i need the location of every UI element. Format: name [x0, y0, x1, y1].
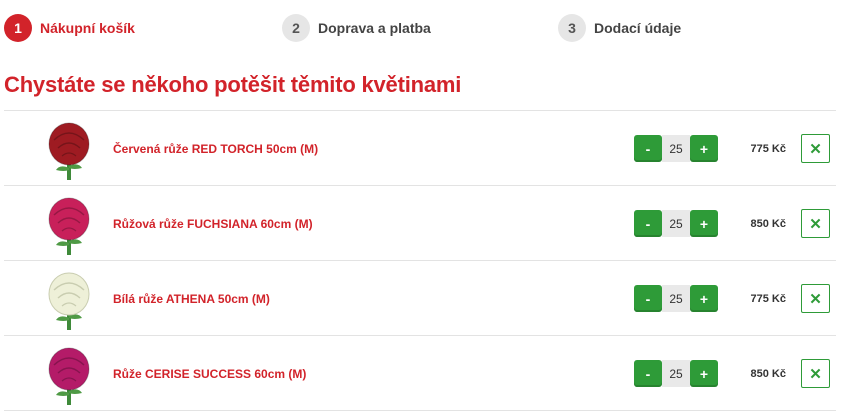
- cart-item: Červená růže RED TORCH 50cm (M) - 25 + 7…: [4, 111, 836, 186]
- decrease-quantity-button[interactable]: -: [634, 210, 662, 237]
- item-price: 775 Kč: [750, 142, 786, 155]
- increase-quantity-button[interactable]: +: [690, 360, 718, 387]
- product-name-link[interactable]: Červená růže RED TORCH 50cm (M): [113, 111, 318, 186]
- quantity-stepper: - 25 +: [634, 135, 718, 162]
- cart-item: Bílá růže ATHENA 50cm (M) - 25 + 775 Kč …: [4, 261, 836, 336]
- item-price: 775 Kč: [750, 292, 786, 305]
- rose-image: [48, 272, 90, 330]
- quantity-stepper: - 25 +: [634, 210, 718, 237]
- step-delivery-details[interactable]: 3 Dodací údaje: [558, 12, 681, 44]
- close-icon: ✕: [809, 290, 822, 308]
- rose-image: [48, 197, 90, 255]
- close-icon: ✕: [809, 140, 822, 158]
- step-label: Dodací údaje: [594, 20, 682, 36]
- step-shipping-payment[interactable]: 2 Doprava a platba: [282, 12, 431, 44]
- quantity-value[interactable]: 25: [662, 135, 690, 162]
- remove-item-button[interactable]: ✕: [801, 134, 830, 163]
- quantity-value[interactable]: 25: [662, 210, 690, 237]
- checkout-steps: 1 Nákupní košík 2 Doprava a platba 3 Dod…: [4, 12, 844, 44]
- product-name-link[interactable]: Růžová růže FUCHSIANA 60cm (M): [113, 186, 313, 261]
- item-price: 850 Kč: [750, 367, 786, 380]
- quantity-value[interactable]: 25: [662, 360, 690, 387]
- decrease-quantity-button[interactable]: -: [634, 285, 662, 312]
- step-label: Nákupní košík: [40, 20, 135, 36]
- cart-list: Červená růže RED TORCH 50cm (M) - 25 + 7…: [4, 110, 836, 411]
- remove-item-button[interactable]: ✕: [801, 209, 830, 238]
- step-number: 2: [282, 14, 310, 42]
- rose-image: [48, 347, 90, 405]
- step-number: 3: [558, 14, 586, 42]
- remove-item-button[interactable]: ✕: [801, 284, 830, 313]
- quantity-stepper: - 25 +: [634, 285, 718, 312]
- decrease-quantity-button[interactable]: -: [634, 360, 662, 387]
- page-title: Chystáte se někoho potěšit těmito květin…: [4, 72, 462, 97]
- increase-quantity-button[interactable]: +: [690, 210, 718, 237]
- cart-item: Růžová růže FUCHSIANA 60cm (M) - 25 + 85…: [4, 186, 836, 261]
- product-name-link[interactable]: Bílá růže ATHENA 50cm (M): [113, 261, 270, 336]
- increase-quantity-button[interactable]: +: [690, 285, 718, 312]
- close-icon: ✕: [809, 215, 822, 233]
- step-number: 1: [4, 14, 32, 42]
- close-icon: ✕: [809, 365, 822, 383]
- product-name-link[interactable]: Růže CERISE SUCCESS 60cm (M): [113, 336, 306, 411]
- quantity-value[interactable]: 25: [662, 285, 690, 312]
- cart-item: Růže CERISE SUCCESS 60cm (M) - 25 + 850 …: [4, 336, 836, 411]
- rose-image: [48, 122, 90, 180]
- remove-item-button[interactable]: ✕: [801, 359, 830, 388]
- increase-quantity-button[interactable]: +: [690, 135, 718, 162]
- step-cart[interactable]: 1 Nákupní košík: [4, 12, 135, 44]
- item-price: 850 Kč: [750, 217, 786, 230]
- decrease-quantity-button[interactable]: -: [634, 135, 662, 162]
- step-label: Doprava a platba: [318, 20, 431, 36]
- quantity-stepper: - 25 +: [634, 360, 718, 387]
